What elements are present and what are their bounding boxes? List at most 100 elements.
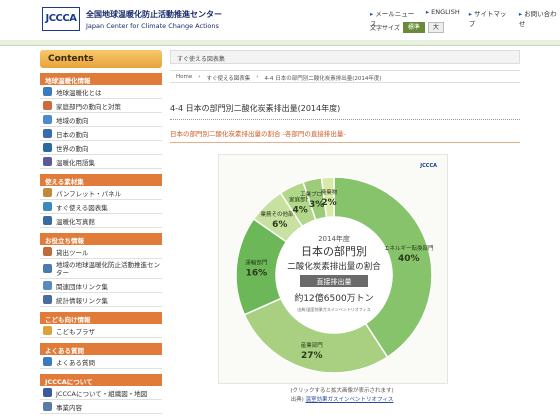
house-icon	[43, 101, 52, 110]
sidebar-item-label: 家庭部門の動向と対策	[56, 102, 121, 111]
breadcrumb-home[interactable]: Home	[176, 74, 192, 80]
sidebar: Contents 地球温暖化情報 地球温暖化とは 家庭部門の動向と対策 地域の動…	[40, 50, 162, 416]
chart-title-line2: 二酸化炭素排出量の割合	[287, 261, 381, 272]
map-icon	[43, 115, 52, 124]
sidebar-item-about-warming[interactable]: 地球温暖化とは	[40, 85, 162, 99]
breadcrumb-current: 4-4 日本の部門別二酸化炭素排出量(2014年度)	[264, 76, 382, 82]
sidebar-item-label: 世界の動向	[56, 144, 89, 153]
chart-publisher-mark: JCCCA	[419, 163, 437, 169]
sidebar-item-kids-plaza[interactable]: こどもプラザ	[40, 324, 162, 338]
chart-heading: 日本の部門別二酸化炭素排出量の割合 -各部門の直接排出量-	[170, 128, 520, 143]
sidebar-item-label: 温暖化写真館	[56, 217, 95, 226]
sidebar-title: Contents	[40, 50, 162, 68]
sidebar-section-title: 地球温暖化情報	[40, 73, 162, 85]
sidebar-item-local-centers[interactable]: 地域の地球温暖化防止活動推進センター	[40, 259, 162, 279]
slice-label: 産業部門	[301, 341, 324, 349]
org-name-en: Japan Center for Climate Change Actions	[86, 22, 219, 30]
building-icon	[43, 264, 52, 273]
sidebar-item-label: 貸出ツール	[56, 248, 89, 257]
sidebar-item-pamphlet[interactable]: パンフレット・パネル	[40, 186, 162, 200]
chart-total: 約12億6500万トン	[294, 292, 373, 304]
sidebar-item-about-jccca[interactable]: JCCCAについて・組織図・地図	[40, 386, 162, 400]
breadcrumb-separator: ›	[256, 74, 259, 80]
top-link-contact[interactable]: お問い合わせ	[519, 8, 560, 28]
sidebar-item-business[interactable]: 事業内容	[40, 400, 162, 414]
japan-map-icon	[43, 129, 52, 138]
globe-icon	[43, 87, 52, 96]
org-icon	[43, 388, 52, 397]
slice-label: 廃棄物	[321, 188, 338, 196]
sidebar-item-label: こどもプラザ	[56, 327, 95, 336]
chart-source-note: 出典)温室効果ガスインベントリオフィス	[297, 306, 370, 312]
sidebar-item-household[interactable]: 家庭部門の動向と対策	[40, 99, 162, 113]
caption-source: 出典) 温室効果ガスインベントリオフィス	[262, 396, 422, 405]
pie-chart-svg: エネルギー転換部門40%産業部門27%運輸部門16%業務その他部門6%家庭部門4…	[235, 163, 437, 374]
sidebar-item-label: 事業内容	[56, 403, 82, 412]
document-icon	[43, 402, 52, 411]
top-link-sitemap[interactable]: サイトマップ	[469, 8, 510, 28]
breadcrumb: Home › すぐ使える図表集 › 4-4 日本の部門別二酸化炭素排出量(201…	[170, 70, 520, 83]
kids-icon	[43, 326, 52, 335]
slice-value: 4%	[293, 206, 308, 216]
caption-source-prefix: 出典)	[290, 397, 306, 403]
sidebar-item-label: すぐ使える図表集	[56, 203, 108, 212]
world-icon	[43, 143, 52, 152]
chart-title-line1: 日本の部門別	[301, 244, 367, 258]
question-icon	[43, 357, 52, 366]
sidebar-item-rental-tools[interactable]: 貸出ツール	[40, 245, 162, 259]
caption-source-link[interactable]: 温室効果ガスインベントリオフィス	[306, 397, 394, 403]
breadcrumb-charts[interactable]: すぐ使える図表集	[206, 74, 250, 82]
jccca-logo[interactable]: JCCCA	[42, 7, 80, 31]
font-size-normal-button[interactable]: 標準	[402, 22, 425, 33]
main-content: すぐ使える図表集 Home › すぐ使える図表集 › 4-4 日本の部門別二酸化…	[170, 50, 520, 143]
site-header: JCCCA 全国地球温暖化防止活動推進センター Japan Center for…	[0, 0, 560, 46]
photo-icon	[43, 216, 52, 225]
font-size-label: 文字サイズ	[370, 25, 400, 32]
sidebar-section-title: よくある質問	[40, 343, 162, 355]
caption-click-note: (クリックすると拡大画像が表示されます)	[290, 388, 394, 394]
org-name-jp: 全国地球温暖化防止活動推進センター	[86, 10, 222, 19]
sidebar-item-label: 統計情報リンク集	[56, 296, 108, 305]
header-divider	[0, 40, 560, 46]
slice-value: 16%	[246, 269, 268, 279]
breadcrumb-separator: ›	[198, 74, 201, 80]
chart-icon	[43, 202, 52, 211]
book-icon	[43, 157, 52, 166]
sidebar-item-label: 地域の動向	[56, 116, 89, 125]
pie-chart-image[interactable]: エネルギー転換部門 40% 産業部門 27% 運輸部門 16% 業務その他部門 6% 家庭部門 4…	[218, 154, 448, 384]
sidebar-section-title: JCCCAについて	[40, 374, 162, 386]
sidebar-item-label: 関連団体リンク集	[56, 282, 108, 291]
stats-icon	[43, 295, 52, 304]
sidebar-item-label: 地球温暖化とは	[56, 88, 102, 97]
sidebar-section-title: お役立ち情報	[40, 233, 162, 245]
sidebar-item-label: よくある質問	[56, 358, 95, 367]
chart-caption: (クリックすると拡大画像が表示されます) 出典) 温室効果ガスインベントリオフィ…	[262, 387, 422, 405]
chart-subtitle: 直接排出量	[317, 277, 352, 286]
sidebar-item-charts[interactable]: すぐ使える図表集	[40, 200, 162, 214]
sidebar-item-label: 日本の動向	[56, 130, 89, 139]
link-icon	[43, 281, 52, 290]
sidebar-item-label: JCCCAについて・組織図・地図	[56, 389, 148, 398]
sidebar-item-org-links[interactable]: 関連団体リンク集	[40, 279, 162, 293]
sidebar-item-japan[interactable]: 日本の動向	[40, 127, 162, 141]
sidebar-item-region[interactable]: 地域の動向	[40, 113, 162, 127]
sidebar-item-label: 温暖化用語集	[56, 158, 95, 167]
sidebar-item-world[interactable]: 世界の動向	[40, 141, 162, 155]
slice-value: 40%	[398, 254, 420, 264]
font-size-large-button[interactable]: 大	[427, 22, 444, 33]
sidebar-item-label: 地域の地球温暖化防止活動推進センター	[56, 260, 160, 277]
font-size-switcher: 文字サイズ 標準 大	[370, 22, 444, 33]
tool-icon	[43, 247, 52, 256]
slice-value: 2%	[321, 198, 336, 208]
category-bar: すぐ使える図表集	[170, 50, 520, 64]
sidebar-item-stats-links[interactable]: 統計情報リンク集	[40, 293, 162, 307]
sidebar-item-photos[interactable]: 温暖化写真館	[40, 214, 162, 228]
sidebar-section-title: 使える素材集	[40, 174, 162, 186]
sidebar-item-glossary[interactable]: 温暖化用語集	[40, 155, 162, 169]
chart-year: 2014年度	[318, 234, 350, 243]
slice-value: 6%	[272, 220, 287, 230]
slice-label: 運輸部門	[245, 259, 268, 267]
slice-value: 27%	[301, 351, 323, 361]
sidebar-item-faq[interactable]: よくある質問	[40, 355, 162, 369]
pencil-icon	[43, 188, 52, 197]
